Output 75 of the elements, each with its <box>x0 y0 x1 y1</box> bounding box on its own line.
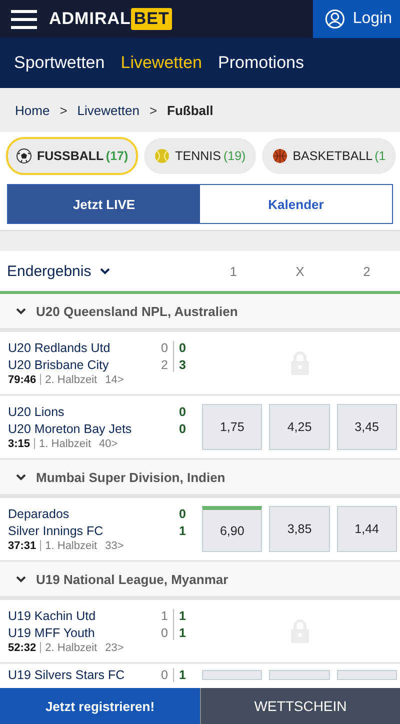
breadcrumb-link[interactable]: Livewetten <box>77 102 140 118</box>
login-button[interactable]: Login <box>313 0 400 38</box>
team-name: U19 Kachin Utd <box>8 608 97 622</box>
match-time: 52:32 <box>8 642 36 654</box>
breadcrumb-link[interactable]: Home <box>15 102 50 118</box>
sport-tab[interactable]: TENNIS (19) <box>144 138 256 174</box>
sport-tab[interactable]: BASKETBALL (1 <box>262 138 396 174</box>
league-header[interactable]: U20 Queensland NPL, Australien <box>0 294 400 332</box>
league-header[interactable]: U19 National League, Myanmar <box>0 562 400 600</box>
match-phase: 2. Halbzeit <box>45 374 98 386</box>
odds-button[interactable]: 6,90 <box>202 506 262 552</box>
odds-button[interactable] <box>336 670 397 680</box>
more-markets-link[interactable]: 40> <box>99 438 118 450</box>
score: 0 <box>179 422 187 436</box>
register-button[interactable]: Jetzt registrieren! <box>0 688 200 724</box>
score: 0 <box>179 506 187 520</box>
period-score: 2 <box>161 358 168 372</box>
tennis-ball-icon <box>154 148 170 164</box>
column-header: 1 <box>228 264 238 278</box>
odds-button[interactable]: 3,85 <box>269 506 330 552</box>
nav-tab[interactable]: Promotions <box>218 53 304 73</box>
menu-button[interactable] <box>11 9 37 29</box>
soccer-ball-icon <box>16 148 32 164</box>
odds-button[interactable]: 1,44 <box>336 506 397 552</box>
team-name: U20 Moreton Bay Jets <box>8 422 133 436</box>
column-header: 2 <box>362 264 372 278</box>
team-name: U20 Redlands Utd <box>8 340 112 354</box>
chevron-down-icon <box>15 575 27 583</box>
match-time: 3:15 <box>8 438 30 450</box>
score: 1 <box>179 668 187 682</box>
nav-tab[interactable]: Sportwetten <box>14 53 105 73</box>
sport-tab[interactable]: FUSSBALL (17) <box>6 137 138 175</box>
period-score: 1 <box>161 608 168 622</box>
column-header: X <box>294 264 306 278</box>
odds-button[interactable]: 3,45 <box>336 404 397 450</box>
chevron-down-icon <box>15 473 27 481</box>
breadcrumb-separator: > <box>149 102 158 118</box>
score: 1 <box>179 608 187 622</box>
betslip-button[interactable]: WETTSCHEIN <box>200 688 400 724</box>
match-phase: 2. Halbzeit <box>45 642 98 654</box>
odds-button[interactable]: 1,75 <box>202 404 262 450</box>
nav-tab[interactable]: Livewetten <box>120 53 202 73</box>
period-score: 0 <box>161 668 168 682</box>
breadcrumb-separator: > <box>60 102 68 118</box>
view-tab[interactable]: Jetzt LIVE <box>8 185 200 223</box>
team-name: Silver Innings FC <box>8 524 104 538</box>
chevron-down-icon <box>15 307 27 315</box>
team-name: U19 MFF Youth <box>8 626 96 640</box>
more-markets-link[interactable]: 14> <box>105 374 124 386</box>
match-time: 79:46 <box>8 374 36 386</box>
chevron-down-icon <box>99 267 112 275</box>
more-markets-link[interactable]: 33> <box>105 540 124 552</box>
score: 1 <box>179 626 187 640</box>
period-score: 0 <box>161 626 168 640</box>
team-name: U20 Brisbane City <box>8 358 110 372</box>
league-header[interactable]: Mumbai Super Division, Indien <box>0 460 400 498</box>
score: 0 <box>179 340 187 354</box>
more-markets-link[interactable]: 23> <box>105 642 124 654</box>
score: 0 <box>179 404 187 418</box>
odds-button[interactable]: 4,25 <box>269 404 330 450</box>
period-score: 0 <box>161 340 168 354</box>
team-name: Deparados <box>8 506 70 520</box>
basketball-icon <box>272 148 288 164</box>
score: 3 <box>179 358 187 372</box>
match-time: 37:31 <box>8 540 36 552</box>
match-phase: 1. Halbzeit <box>45 540 98 552</box>
match-phase: 1. Halbzeit <box>39 438 92 450</box>
team-name: U20 Lions <box>8 404 66 418</box>
logo: ADMIRAL BET <box>49 8 172 30</box>
odds-button[interactable] <box>269 670 330 680</box>
score: 1 <box>179 524 187 538</box>
team-name: U19 Silvers Stars FC <box>8 668 126 682</box>
market-dropdown[interactable]: Endergebnis <box>0 262 200 280</box>
menu-icon <box>11 9 37 29</box>
odds-button[interactable] <box>202 670 262 680</box>
